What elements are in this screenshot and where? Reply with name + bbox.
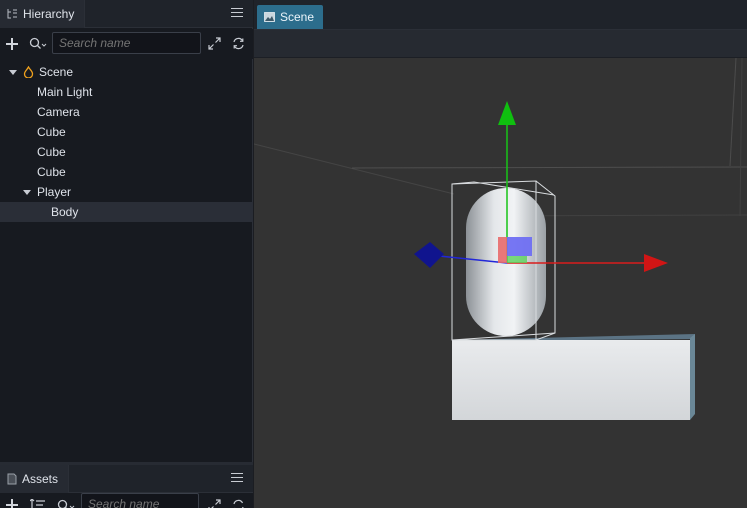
scene-viewport[interactable]	[254, 58, 747, 508]
tree-node-camera[interactable]: Camera	[0, 102, 253, 122]
assets-toolbar	[0, 493, 253, 508]
search-filter-icon[interactable]	[57, 499, 75, 508]
hierarchy-menu-icon[interactable]	[231, 8, 243, 20]
tree-node-label: Main Light	[37, 85, 93, 99]
z-axis-handle[interactable]	[414, 242, 444, 268]
tree-node-cube[interactable]: Cube	[0, 122, 253, 142]
scene-canvas[interactable]	[254, 58, 747, 508]
hierarchy-tab-label: Hierarchy	[23, 7, 75, 21]
tree-node-label: Cube	[37, 125, 66, 139]
hierarchy-tree: Scene Main Light Camera Cube Cube Cube P…	[0, 62, 253, 222]
tree-node-main-light[interactable]: Main Light	[0, 82, 253, 102]
tree-node-label: Cube	[37, 145, 66, 159]
tree-node-cube[interactable]: Cube	[0, 162, 253, 182]
expand-icon[interactable]	[208, 37, 221, 52]
left-panel: Hierarchy Scene Main Light	[0, 0, 253, 508]
assets-tab-label: Assets	[22, 472, 59, 486]
tree-node-label: Cube	[37, 165, 66, 179]
ground-cube[interactable]	[452, 334, 695, 420]
assets-menu-icon[interactable]	[231, 473, 243, 485]
tree-node-body[interactable]: Body	[0, 202, 253, 222]
scene-tab-label: Scene	[280, 10, 315, 24]
x-axis-handle[interactable]	[644, 254, 668, 272]
hierarchy-toolbar	[0, 29, 253, 59]
assets-tab[interactable]: Assets	[0, 465, 70, 493]
assets-search-input[interactable]	[81, 493, 199, 508]
tree-node-label: Player	[37, 185, 72, 199]
refresh-icon[interactable]	[232, 37, 245, 52]
hierarchy-tab[interactable]: Hierarchy	[0, 0, 86, 28]
hierarchy-icon	[7, 9, 17, 19]
scene-toolbar	[254, 30, 747, 58]
search-filter-icon[interactable]	[29, 37, 47, 53]
tree-node-cube[interactable]: Cube	[0, 142, 253, 162]
caret-down-icon[interactable]	[9, 69, 17, 75]
refresh-icon[interactable]	[232, 499, 245, 508]
add-icon[interactable]	[6, 499, 18, 508]
hierarchy-header: Hierarchy	[0, 0, 253, 28]
xz-plane-handle[interactable]	[507, 256, 527, 263]
assets-icon	[7, 473, 17, 485]
tree-node-label: Camera	[37, 105, 80, 119]
xy-plane-handle[interactable]	[507, 237, 532, 256]
image-icon	[264, 12, 275, 22]
tree-node-label: Body	[51, 205, 79, 219]
scene-tabbar: Scene	[254, 0, 747, 30]
assets-header: Assets	[0, 465, 253, 493]
tree-node-label: Scene	[39, 65, 74, 79]
scene-tab[interactable]: Scene	[257, 5, 324, 29]
caret-down-icon[interactable]	[23, 189, 31, 195]
scene-icon	[23, 66, 34, 78]
yz-plane-handle[interactable]	[498, 237, 507, 263]
tree-node-scene[interactable]: Scene	[0, 62, 253, 82]
add-icon[interactable]	[6, 37, 18, 51]
y-axis-handle[interactable]	[498, 101, 516, 125]
hierarchy-search-input[interactable]	[52, 32, 201, 54]
expand-icon[interactable]	[208, 499, 221, 508]
tree-node-player[interactable]: Player	[0, 182, 253, 202]
sort-icon[interactable]	[29, 498, 46, 508]
